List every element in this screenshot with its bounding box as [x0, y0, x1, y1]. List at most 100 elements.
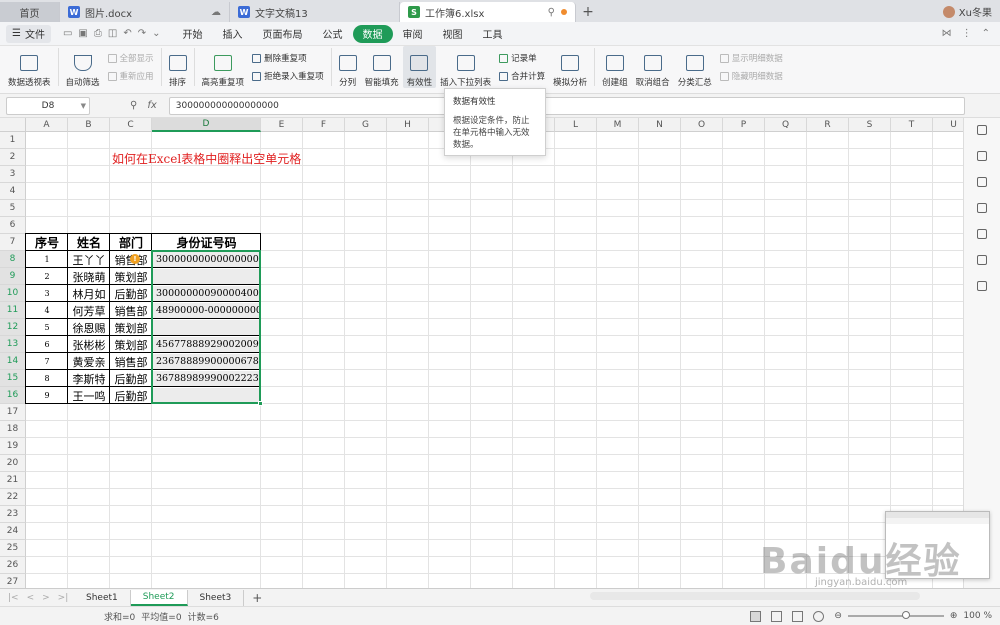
id-number-cell[interactable]: 456778889290020090	[153, 337, 260, 352]
menu-formula[interactable]: 公式	[313, 25, 353, 43]
table-cell[interactable]: 3	[27, 286, 67, 301]
record-form-button[interactable]: 记录单	[499, 52, 545, 64]
show-detail-button[interactable]: 显示明细数据	[719, 52, 783, 64]
first-sheet-icon[interactable]: |<	[8, 593, 19, 603]
show-all-button[interactable]: 全部显示	[107, 52, 154, 64]
chevron-down-icon[interactable]: ▼	[81, 102, 86, 110]
column-header-A[interactable]: A	[26, 118, 68, 132]
sheet-tab-1[interactable]: Sheet1	[74, 589, 131, 606]
row-header-18[interactable]: 18	[0, 421, 26, 438]
more-icon[interactable]: ⋮	[962, 28, 972, 39]
row-header-10[interactable]: 10	[0, 285, 26, 302]
split-column-button[interactable]: 分列	[335, 46, 361, 88]
zoom-in-icon[interactable]: ⊕	[950, 611, 958, 621]
normal-view-icon[interactable]	[750, 610, 762, 622]
column-header-O[interactable]: O	[681, 118, 723, 132]
table-cell[interactable]: 后勤部	[111, 371, 151, 386]
column-header-S[interactable]: S	[849, 118, 891, 132]
menu-view[interactable]: 视图	[433, 25, 473, 43]
table-cell[interactable]: 何芳草	[69, 303, 109, 318]
id-number-cell[interactable]	[153, 320, 260, 335]
row-header-20[interactable]: 20	[0, 455, 26, 472]
table-cell[interactable]: 策划部	[111, 320, 151, 335]
table-header-cell[interactable]: 身份证号码	[152, 234, 261, 251]
reading-mode-icon[interactable]	[813, 610, 825, 622]
horizontal-scrollbar[interactable]	[590, 592, 920, 600]
select-all-corner[interactable]	[0, 118, 26, 132]
smart-fill-button[interactable]: 智能填充	[361, 46, 403, 88]
highlight-duplicates-button[interactable]: 高亮重复项	[198, 46, 249, 88]
collapse-ribbon-icon[interactable]: ⌃	[982, 28, 990, 39]
table-cell[interactable]: 王一鸣	[69, 388, 109, 403]
table-cell[interactable]: 徐恩赐	[69, 320, 109, 335]
settings-icon[interactable]	[977, 229, 987, 239]
column-header-F[interactable]: F	[303, 118, 345, 132]
create-group-button[interactable]: 创建组	[598, 46, 632, 88]
undo-icon[interactable]: ↶	[123, 28, 131, 39]
row-header-26[interactable]: 26	[0, 557, 26, 574]
insert-dropdown-list-button[interactable]: 插入下拉列表	[436, 46, 495, 88]
row-header-12[interactable]: 12	[0, 319, 26, 336]
fx-icon[interactable]: fx	[147, 100, 156, 111]
table-cell[interactable]: 8	[27, 371, 67, 386]
table-cell[interactable]: 1	[27, 252, 67, 267]
column-header-R[interactable]: R	[807, 118, 849, 132]
reject-duplicates-button[interactable]: 拒绝录入重复项	[252, 70, 324, 82]
ungroup-button[interactable]: 取消组合	[632, 46, 674, 88]
zoom-slider-knob[interactable]	[901, 611, 910, 619]
column-header-B[interactable]: B	[68, 118, 110, 132]
column-header-T[interactable]: T	[891, 118, 933, 132]
backup-icon[interactable]	[977, 177, 987, 187]
table-cell[interactable]: 4	[27, 303, 67, 318]
row-header-8[interactable]: 8	[0, 251, 26, 268]
row-header-4[interactable]: 4	[0, 183, 26, 200]
id-number-cell[interactable]	[153, 269, 260, 284]
prev-sheet-icon[interactable]: <	[27, 593, 35, 603]
row-header-24[interactable]: 24	[0, 523, 26, 540]
sort-button[interactable]: 排序	[165, 46, 191, 88]
table-cell[interactable]: 王丫丫	[69, 252, 109, 267]
column-header-C[interactable]: C	[110, 118, 152, 132]
column-header-L[interactable]: L	[555, 118, 597, 132]
table-cell[interactable]: 黄爱亲	[69, 354, 109, 369]
row-header-9[interactable]: 9	[0, 268, 26, 285]
row-header-14[interactable]: 14	[0, 353, 26, 370]
row-header-25[interactable]: 25	[0, 540, 26, 557]
zoom-search-icon[interactable]: ⚲	[130, 100, 137, 111]
id-number-cell[interactable]: 48900000-000000000	[153, 303, 260, 318]
menu-home[interactable]: 开始	[173, 25, 213, 43]
column-header-N[interactable]: N	[639, 118, 681, 132]
row-header-27[interactable]: 27	[0, 574, 26, 588]
menu-page-layout[interactable]: 页面布局	[253, 25, 313, 43]
hide-detail-button[interactable]: 隐藏明细数据	[719, 70, 783, 82]
tab-home[interactable]: 首页	[0, 2, 60, 22]
name-box[interactable]: D8 ▼	[6, 96, 90, 115]
column-header-P[interactable]: P	[723, 118, 765, 132]
history-icon[interactable]	[977, 281, 987, 291]
zoom-out-icon[interactable]: ⊖	[834, 611, 842, 621]
menu-tools[interactable]: 工具	[473, 25, 513, 43]
table-cell[interactable]: 后勤部	[111, 286, 151, 301]
table-cell[interactable]: 2	[27, 269, 67, 284]
column-header-E[interactable]: E	[261, 118, 303, 132]
row-header-15[interactable]: 15	[0, 370, 26, 387]
select-icon[interactable]	[977, 203, 987, 213]
attribute-icon[interactable]	[977, 125, 987, 135]
row-header-2[interactable]: 2	[0, 149, 26, 166]
row-header-3[interactable]: 3	[0, 166, 26, 183]
row-header-7[interactable]: 7	[0, 234, 26, 251]
column-header-G[interactable]: G	[345, 118, 387, 132]
menu-data[interactable]: 数据	[352, 24, 393, 43]
table-cell[interactable]: 7	[27, 354, 67, 369]
what-if-analysis-button[interactable]: 模拟分析	[549, 46, 591, 88]
column-header-D[interactable]: D	[152, 118, 261, 132]
spreadsheet-grid[interactable]: ABCDEFGHIJKLMNOPQRSTU1234567891011121314…	[0, 118, 963, 588]
row-header-21[interactable]: 21	[0, 472, 26, 489]
id-number-cell[interactable]: 367889899900022233	[153, 371, 260, 386]
table-cell[interactable]: 后勤部	[111, 388, 151, 403]
table-cell[interactable]: 策划部	[111, 337, 151, 352]
share-icon[interactable]: ⋈	[942, 28, 952, 39]
column-header-Q[interactable]: Q	[765, 118, 807, 132]
row-header-23[interactable]: 23	[0, 506, 26, 523]
page-break-view-icon[interactable]	[792, 610, 804, 622]
